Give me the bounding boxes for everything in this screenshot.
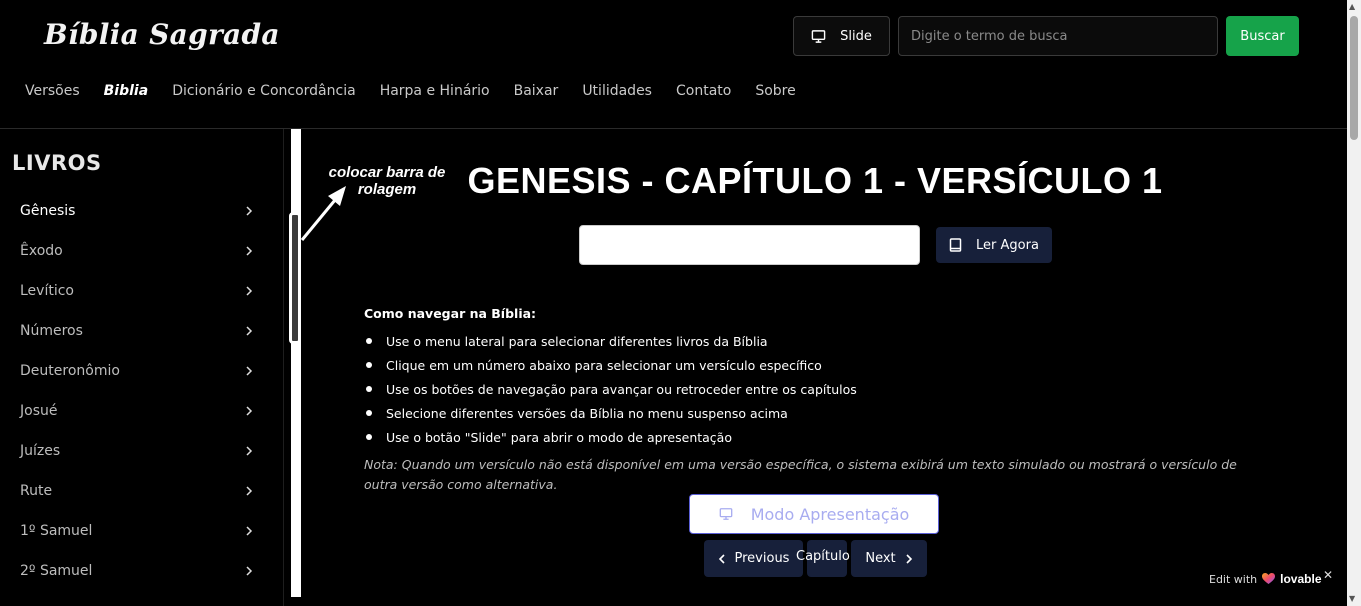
book-label: Juízes: [20, 443, 61, 459]
sidebar-title: LIVROS: [12, 151, 102, 175]
app-title[interactable]: Bíblia Sagrada: [44, 18, 280, 51]
help-item: Selecione diferentes versões da Bíblia n…: [364, 401, 1244, 425]
edit-with-text: Edit with: [1209, 572, 1258, 586]
help-section: Como navegar na Bíblia: Use o menu later…: [364, 306, 1244, 495]
nav-item-dicionario[interactable]: Dicionário e Concordância: [172, 83, 356, 99]
book-label: Josué: [20, 403, 58, 419]
chevron-right-icon: [246, 406, 253, 416]
search-button[interactable]: Buscar: [1226, 16, 1299, 56]
chevron-right-icon: [246, 526, 253, 536]
search-input[interactable]: [898, 16, 1218, 56]
lovable-badge[interactable]: Edit with lovable: [1209, 572, 1322, 586]
read-now-label: Ler Agora: [976, 237, 1039, 253]
book-item-juizes[interactable]: Juízes: [0, 431, 284, 471]
lovable-brand: lovable: [1280, 572, 1322, 586]
book-icon: [949, 238, 962, 252]
book-item-1-samuel[interactable]: 1º Samuel: [0, 511, 284, 551]
book-item-exodo[interactable]: Êxodo: [0, 231, 284, 271]
help-note: Nota: Quando um versículo não está dispo…: [364, 457, 1237, 492]
book-label: Levítico: [20, 283, 74, 299]
help-item-text: Selecione diferentes versões da Bíblia n…: [386, 405, 788, 421]
book-item-josue[interactable]: Josué: [0, 391, 284, 431]
nav-item-versoes[interactable]: Versões: [25, 83, 80, 99]
verse-input[interactable]: [579, 225, 920, 265]
chapter-label: Capítulo: [796, 549, 850, 564]
next-chapter-button[interactable]: Next: [851, 540, 927, 577]
chevron-right-icon: [246, 286, 253, 296]
chevron-right-icon: [246, 206, 253, 216]
previous-label: Previous: [734, 551, 790, 566]
help-item: Clique em um número abaixo para selecion…: [364, 353, 1244, 377]
help-list: Use o menu lateral para selecionar difer…: [364, 329, 1244, 449]
help-item-text: Use o botão "Slide" para abrir o modo de…: [386, 429, 732, 445]
previous-chapter-button[interactable]: Previous: [704, 540, 803, 577]
book-label: 1º Samuel: [20, 523, 93, 539]
chevron-right-icon: [246, 446, 253, 456]
nav-item-utilidades[interactable]: Utilidades: [582, 83, 652, 99]
slide-button-label: Slide: [840, 28, 872, 44]
chevron-left-icon: [718, 553, 725, 564]
scroll-down-icon[interactable]: ▼: [1349, 594, 1355, 603]
presentation-icon: [811, 29, 826, 43]
book-item-rute[interactable]: Rute: [0, 471, 284, 511]
nav-item-harpa[interactable]: Harpa e Hinário: [380, 83, 490, 99]
heart-icon: [1262, 573, 1276, 584]
book-list: Gênesis Êxodo Levítico Números Deuteronô…: [0, 191, 284, 591]
page-title: GENESIS - CAPÍTULO 1 - VERSÍCULO 1: [467, 160, 1163, 201]
nav-item-baixar[interactable]: Baixar: [514, 83, 559, 99]
read-now-button[interactable]: Ler Agora: [936, 227, 1052, 263]
page-scrollbar-thumb[interactable]: [1350, 16, 1358, 140]
chevron-right-icon: [246, 366, 253, 376]
book-label: Deuteronômio: [20, 363, 120, 379]
help-item: Use o botão "Slide" para abrir o modo de…: [364, 425, 1244, 449]
book-label: Êxodo: [20, 243, 63, 259]
book-label: Rute: [20, 483, 53, 499]
book-item-genesis[interactable]: Gênesis: [0, 191, 284, 231]
chevron-right-icon: [906, 553, 912, 564]
chevron-right-icon: [246, 566, 253, 576]
close-icon[interactable]: ✕: [1323, 568, 1333, 582]
nav-item-contato[interactable]: Contato: [676, 83, 731, 99]
chevron-right-icon: [246, 246, 253, 256]
help-item: Use os botões de navegação para avançar …: [364, 377, 1244, 401]
book-label: 2º Samuel: [20, 563, 93, 579]
chevron-right-icon: [246, 486, 253, 496]
book-item-numeros[interactable]: Números: [0, 311, 284, 351]
presentation-mode-button[interactable]: Modo Apresentação: [689, 494, 939, 534]
help-title: Como navegar na Bíblia:: [364, 306, 537, 321]
book-item-levitico[interactable]: Levítico: [0, 271, 284, 311]
chevron-right-icon: [246, 326, 253, 336]
presentation-icon: [719, 508, 733, 520]
nav-item-biblia[interactable]: Biblia: [104, 83, 149, 99]
presentation-mode-label: Modo Apresentação: [750, 504, 910, 524]
book-item-2-samuel[interactable]: 2º Samuel: [0, 551, 284, 591]
scroll-up-icon[interactable]: ▲: [1349, 2, 1355, 11]
help-item-text: Use o menu lateral para selecionar difer…: [386, 333, 768, 349]
book-item-deuteronomio[interactable]: Deuteronômio: [0, 351, 284, 391]
main-nav: Versões Biblia Dicionário e Concordância…: [25, 83, 820, 99]
next-label: Next: [865, 551, 896, 566]
help-item: Use o menu lateral para selecionar difer…: [364, 329, 1244, 353]
books-sidebar: LIVROS Gênesis Êxodo Levítico Números De…: [0, 129, 284, 606]
help-item-text: Use os botões de navegação para avançar …: [386, 381, 857, 397]
slide-button[interactable]: Slide: [793, 16, 890, 56]
book-label: Números: [20, 323, 83, 339]
nav-item-sobre[interactable]: Sobre: [755, 83, 795, 99]
help-item-text: Clique em um número abaixo para selecion…: [386, 357, 822, 373]
book-label: Gênesis: [20, 203, 76, 219]
